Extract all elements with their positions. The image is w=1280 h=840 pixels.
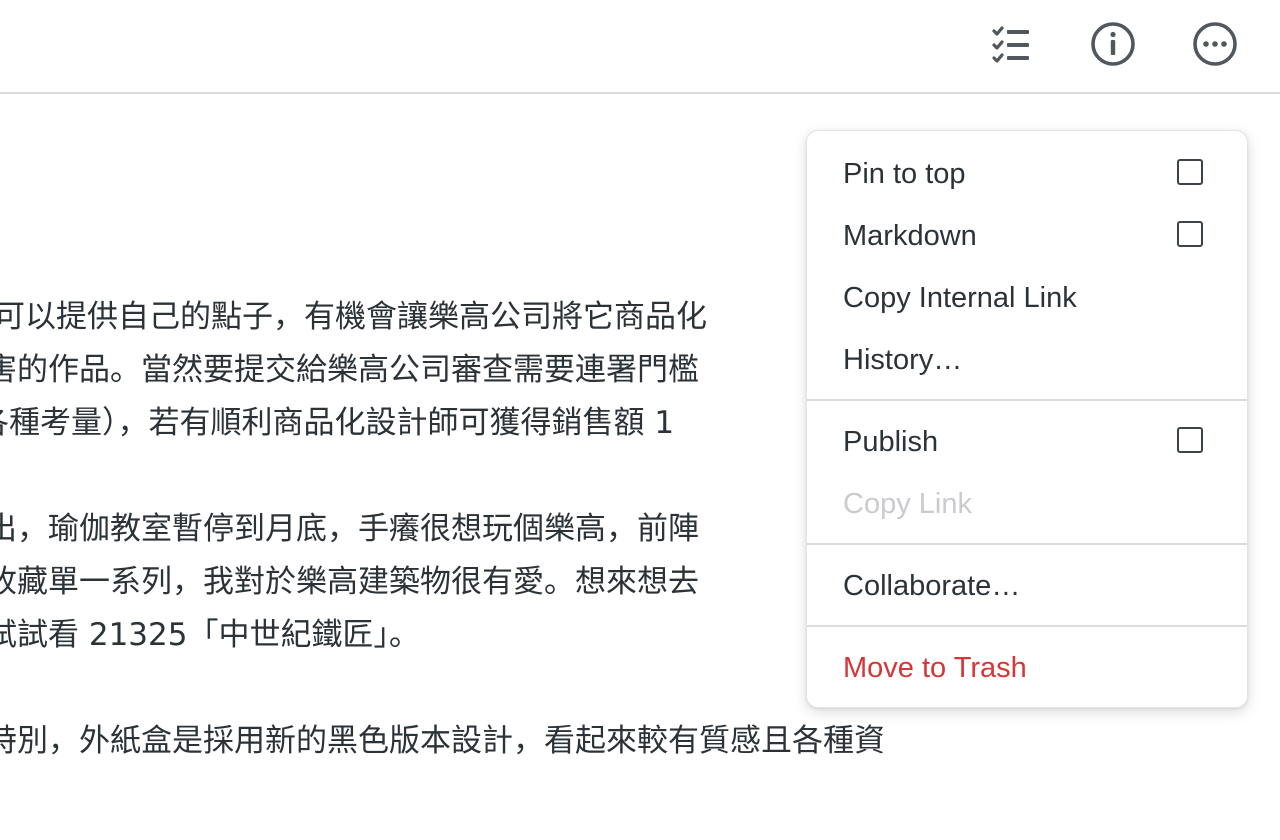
publish-checkbox[interactable]: [1177, 427, 1203, 453]
markdown-label: Markdown: [843, 220, 977, 252]
copy-link-item: Copy Link: [807, 473, 1247, 535]
info-button[interactable]: [1087, 18, 1139, 70]
note-actions-menu: Pin to top Markdown Copy Internal Link H…: [806, 130, 1248, 708]
move-to-trash-label: Move to Trash: [843, 652, 1027, 684]
pin-to-top-checkbox[interactable]: [1177, 159, 1203, 185]
menu-divider: [807, 399, 1247, 401]
copy-internal-link-item[interactable]: Copy Internal Link: [807, 267, 1247, 329]
markdown-checkbox[interactable]: [1177, 221, 1203, 247]
checklist-button[interactable]: [985, 18, 1037, 70]
note-line: 收藏單一系列，我對於樂高建築物很有愛。想來想去: [0, 564, 699, 600]
menu-divider: [807, 625, 1247, 627]
history-item[interactable]: History…: [807, 329, 1247, 391]
note-line: 可以提供自己的點子，有機會讓樂高公司將它商品化: [0, 299, 707, 335]
note-toolbar: [0, 0, 1280, 94]
pin-to-top-item[interactable]: Pin to top: [807, 143, 1247, 205]
note-line: 各種考量），若有順利商品化設計師可獲得銷售額 1: [0, 405, 675, 441]
menu-divider: [807, 543, 1247, 545]
pin-to-top-label: Pin to top: [843, 158, 966, 190]
checklist-icon: [992, 26, 1029, 63]
publish-label: Publish: [843, 426, 939, 458]
note-line: 出，瑜伽教室暫停到月底，手癢很想玩個樂高，前陣: [0, 511, 699, 547]
move-to-trash-item[interactable]: Move to Trash: [807, 637, 1247, 699]
collaborate-item[interactable]: Collaborate…: [807, 555, 1247, 617]
note-line: 害的作品。當然要提交給樂高公司審查需要連署門檻: [0, 352, 699, 388]
more-actions-icon: [1193, 22, 1237, 66]
note-line: 試試看 21325「中世紀鐵匠」。: [0, 617, 420, 653]
info-icon: [1091, 22, 1135, 66]
collaborate-label: Collaborate…: [843, 570, 1021, 602]
publish-item[interactable]: Publish: [807, 411, 1247, 473]
more-actions-button[interactable]: [1189, 18, 1241, 70]
copy-link-label: Copy Link: [843, 488, 972, 520]
markdown-item[interactable]: Markdown: [807, 205, 1247, 267]
note-line: 特別，外紙盒是採用新的黑色版本設計，看起來較有質感且各種資: [0, 723, 885, 759]
copy-internal-link-label: Copy Internal Link: [843, 282, 1077, 314]
history-label: History…: [843, 344, 963, 376]
